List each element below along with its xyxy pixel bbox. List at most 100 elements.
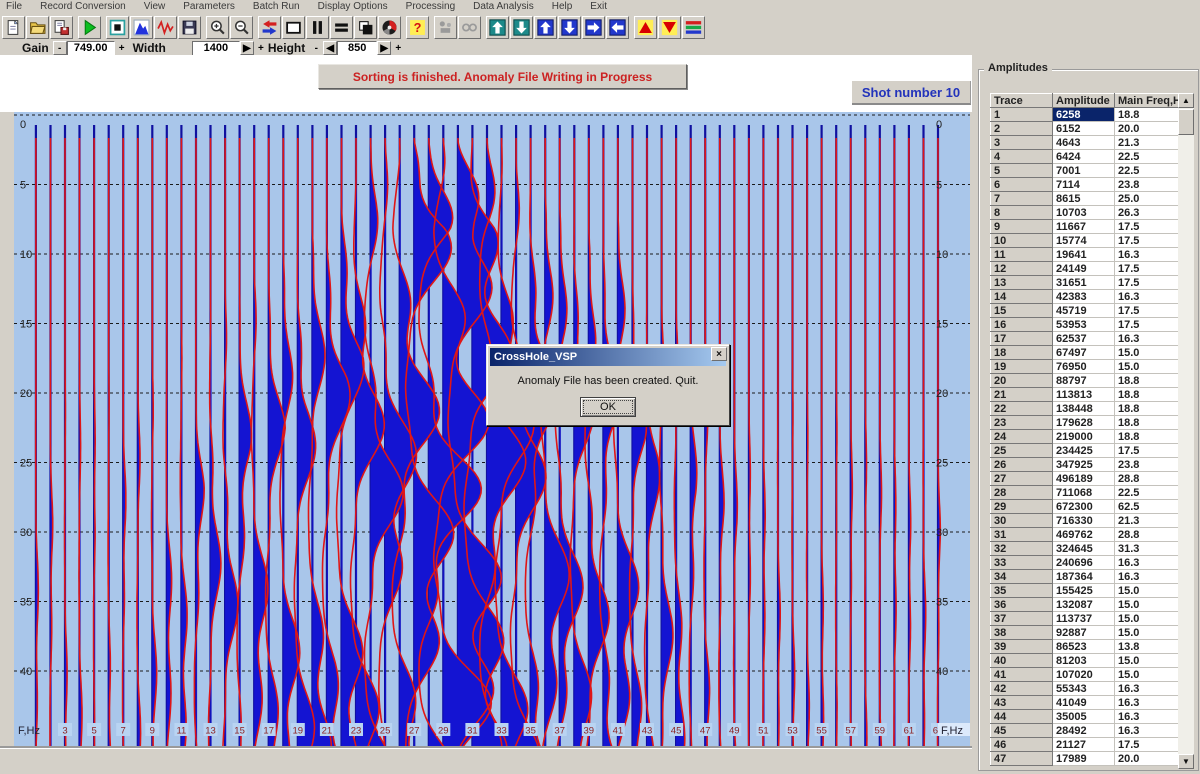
scrollbar-thumb[interactable] bbox=[1178, 109, 1194, 135]
help-button[interactable]: ? bbox=[406, 16, 429, 39]
trace-cell[interactable]: 29 bbox=[991, 500, 1053, 514]
triangle-up-red-button[interactable] bbox=[634, 16, 657, 39]
spectrum-button[interactable] bbox=[130, 16, 153, 39]
menu-item-exit[interactable]: Exit bbox=[581, 1, 616, 12]
amplitude-cell[interactable]: 19641 bbox=[1053, 248, 1115, 262]
close-icon[interactable]: × bbox=[711, 347, 727, 361]
amplitude-cell[interactable]: 15774 bbox=[1053, 234, 1115, 248]
arrow-up-blue-button[interactable] bbox=[534, 16, 557, 39]
trace-cell[interactable]: 37 bbox=[991, 612, 1053, 626]
trace-cell[interactable]: 8 bbox=[991, 206, 1053, 220]
menu-item-batch-run[interactable]: Batch Run bbox=[244, 1, 309, 12]
amplitude-cell[interactable]: 42383 bbox=[1053, 290, 1115, 304]
table-scrollbar[interactable]: ▲ ▼ bbox=[1178, 93, 1194, 769]
menu-item-file[interactable]: File bbox=[0, 1, 31, 12]
amplitude-cell[interactable]: 31651 bbox=[1053, 276, 1115, 290]
amplitude-cell[interactable]: 138448 bbox=[1053, 402, 1115, 416]
trace-cell[interactable]: 2 bbox=[991, 122, 1053, 136]
amplitude-cell[interactable]: 41049 bbox=[1053, 696, 1115, 710]
trace-cell[interactable]: 45 bbox=[991, 724, 1053, 738]
amplitude-cell[interactable]: 155425 bbox=[1053, 584, 1115, 598]
trace-cell[interactable]: 44 bbox=[991, 710, 1053, 724]
rectangle-button[interactable] bbox=[282, 16, 305, 39]
trace-cell[interactable]: 19 bbox=[991, 360, 1053, 374]
amplitude-cell[interactable]: 6258 bbox=[1053, 108, 1115, 122]
amplitude-cell[interactable]: 17989 bbox=[1053, 752, 1115, 766]
trace-cell[interactable]: 46 bbox=[991, 738, 1053, 752]
amplitude-cell[interactable]: 716330 bbox=[1053, 514, 1115, 528]
amplitude-cell[interactable]: 324645 bbox=[1053, 542, 1115, 556]
zoom-out-button[interactable] bbox=[230, 16, 253, 39]
amplitude-cell[interactable]: 76950 bbox=[1053, 360, 1115, 374]
menu-item-processing[interactable]: Processing bbox=[397, 1, 464, 12]
amplitude-cell[interactable]: 711068 bbox=[1053, 486, 1115, 500]
arrow-up-teal-button[interactable] bbox=[486, 16, 509, 39]
amplitude-cell[interactable]: 179628 bbox=[1053, 416, 1115, 430]
menu-item-data-analysis[interactable]: Data Analysis bbox=[464, 1, 543, 12]
menu-item-record-conversion[interactable]: Record Conversion bbox=[31, 1, 135, 12]
amplitude-cell[interactable]: 24149 bbox=[1053, 262, 1115, 276]
trace-cell[interactable]: 43 bbox=[991, 696, 1053, 710]
trace-cell[interactable]: 18 bbox=[991, 346, 1053, 360]
menu-item-display-options[interactable]: Display Options bbox=[309, 1, 397, 12]
amplitude-cell[interactable]: 219000 bbox=[1053, 430, 1115, 444]
column-header-amplitude[interactable]: Amplitude bbox=[1053, 94, 1115, 108]
amplitude-cell[interactable]: 672300 bbox=[1053, 500, 1115, 514]
ok-button[interactable]: OK bbox=[580, 397, 636, 417]
arrow-left-blue-button[interactable] bbox=[606, 16, 629, 39]
trace-cell[interactable]: 5 bbox=[991, 164, 1053, 178]
amplitude-cell[interactable]: 21127 bbox=[1053, 738, 1115, 752]
amplitude-cell[interactable]: 113813 bbox=[1053, 388, 1115, 402]
amplitude-cell[interactable]: 234425 bbox=[1053, 444, 1115, 458]
amplitude-cell[interactable]: 62537 bbox=[1053, 332, 1115, 346]
amplitude-cell[interactable]: 10703 bbox=[1053, 206, 1115, 220]
column-header-trace[interactable]: Trace bbox=[991, 94, 1053, 108]
trace-cell[interactable]: 23 bbox=[991, 416, 1053, 430]
amplitude-cell[interactable]: 28492 bbox=[1053, 724, 1115, 738]
color-wheel-button[interactable] bbox=[378, 16, 401, 39]
trace-cell[interactable]: 1 bbox=[991, 108, 1053, 122]
scroll-up-icon[interactable]: ▲ bbox=[1178, 93, 1194, 108]
amplitude-cell[interactable]: 4643 bbox=[1053, 136, 1115, 150]
amplitude-cell[interactable]: 187364 bbox=[1053, 570, 1115, 584]
triangle-down-red-button[interactable] bbox=[658, 16, 681, 39]
run-button[interactable] bbox=[78, 16, 101, 39]
amplitude-cell[interactable]: 53953 bbox=[1053, 318, 1115, 332]
equal-bars-button[interactable] bbox=[330, 16, 353, 39]
trace-cell[interactable]: 16 bbox=[991, 318, 1053, 332]
trace-cell[interactable]: 32 bbox=[991, 542, 1053, 556]
arrow-down-teal-button[interactable] bbox=[510, 16, 533, 39]
amplitude-cell[interactable]: 45719 bbox=[1053, 304, 1115, 318]
trace-cell[interactable]: 27 bbox=[991, 472, 1053, 486]
trace-cell[interactable]: 9 bbox=[991, 220, 1053, 234]
dialog-title-bar[interactable]: CrossHole_VSP bbox=[490, 348, 726, 366]
new-document-button[interactable] bbox=[2, 16, 25, 39]
save-button[interactable] bbox=[178, 16, 201, 39]
trace-cell[interactable]: 42 bbox=[991, 682, 1053, 696]
amplitude-cell[interactable]: 6424 bbox=[1053, 150, 1115, 164]
pause-button[interactable] bbox=[306, 16, 329, 39]
trace-cell[interactable]: 20 bbox=[991, 374, 1053, 388]
height-increase-button[interactable]: + bbox=[391, 41, 405, 55]
trace-cell[interactable]: 24 bbox=[991, 430, 1053, 444]
amplitude-cell[interactable]: 35005 bbox=[1053, 710, 1115, 724]
trace-cell[interactable]: 34 bbox=[991, 570, 1053, 584]
amplitude-cell[interactable]: 86523 bbox=[1053, 640, 1115, 654]
amplitude-cell[interactable]: 7114 bbox=[1053, 178, 1115, 192]
trace-cell[interactable]: 6 bbox=[991, 178, 1053, 192]
trace-cell[interactable]: 13 bbox=[991, 276, 1053, 290]
width-value-field[interactable] bbox=[192, 41, 240, 56]
trace-cell[interactable]: 38 bbox=[991, 626, 1053, 640]
trace-cell[interactable]: 7 bbox=[991, 192, 1053, 206]
height-next-button[interactable]: ▶ bbox=[377, 41, 391, 55]
amplitude-cell[interactable]: 347925 bbox=[1053, 458, 1115, 472]
menu-item-parameters[interactable]: Parameters bbox=[174, 1, 244, 12]
trace-cell[interactable]: 12 bbox=[991, 262, 1053, 276]
trace-cell[interactable]: 21 bbox=[991, 388, 1053, 402]
height-decrease-button[interactable]: - bbox=[309, 41, 323, 55]
amplitude-cell[interactable]: 240696 bbox=[1053, 556, 1115, 570]
copy-button[interactable] bbox=[354, 16, 377, 39]
trace-cell[interactable]: 47 bbox=[991, 752, 1053, 766]
arrow-down-blue-button[interactable] bbox=[558, 16, 581, 39]
trace-cell[interactable]: 11 bbox=[991, 248, 1053, 262]
